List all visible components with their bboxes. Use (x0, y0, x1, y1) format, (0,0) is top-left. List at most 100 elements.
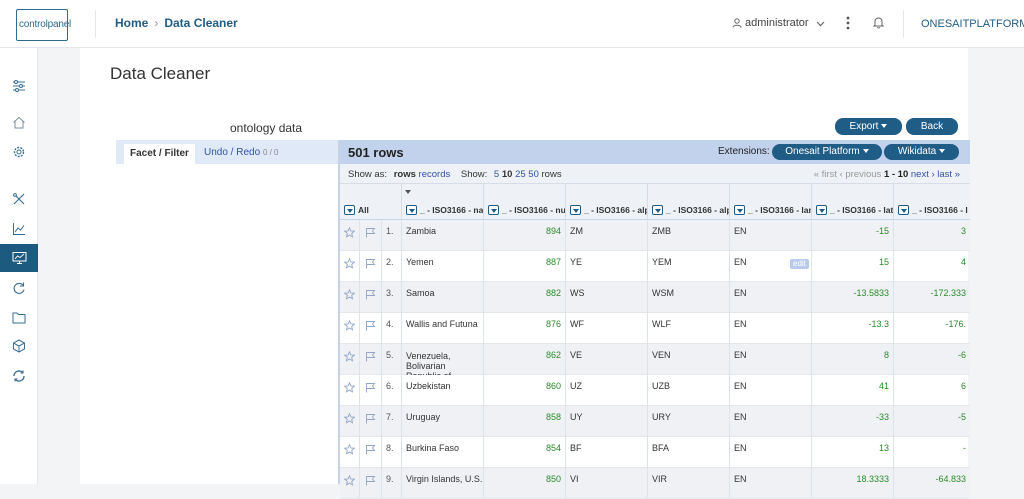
flag-cell[interactable] (360, 375, 382, 406)
cell-latitude[interactable]: 15 (812, 251, 894, 282)
cell-longitude[interactable]: 6 (894, 375, 970, 406)
cell-alpha2[interactable]: BF (566, 437, 648, 468)
column-all[interactable]: All (340, 184, 402, 220)
cell-numeric[interactable]: 858 (484, 406, 566, 437)
flag-icon[interactable] (365, 227, 376, 240)
cell-alpha2[interactable]: ZM (566, 220, 648, 251)
show-10[interactable]: 10 (502, 169, 513, 180)
star-icon[interactable] (343, 288, 356, 302)
cell-name[interactable]: Uruguay (402, 406, 484, 437)
column-menu-icon[interactable] (652, 205, 663, 215)
cell-name[interactable]: Burkina Faso (402, 437, 484, 468)
cell-language[interactable]: EN (730, 375, 812, 406)
cell-numeric[interactable]: 882 (484, 282, 566, 313)
sidebar-item-refresh[interactable] (0, 274, 38, 302)
cell-alpha3[interactable]: BFA (648, 437, 730, 468)
flag-cell[interactable] (360, 406, 382, 437)
cell-alpha2[interactable]: WS (566, 282, 648, 313)
more-vertical-icon[interactable] (845, 15, 851, 31)
cell-longitude[interactable]: 3 (894, 220, 970, 251)
table-row[interactable]: 4. Wallis and Futuna 876 WF WLF EN -13.3 -176. (340, 313, 970, 344)
star-cell[interactable] (340, 406, 360, 437)
sidebar-item-home[interactable] (0, 108, 38, 136)
pager-first[interactable]: « first (814, 169, 837, 180)
cell-alpha3[interactable]: WLF (648, 313, 730, 344)
cell-latitude[interactable]: -33 (812, 406, 894, 437)
star-icon[interactable] (343, 226, 356, 240)
flag-icon[interactable] (365, 289, 376, 302)
cell-alpha3[interactable]: URY (648, 406, 730, 437)
cell-alpha2[interactable]: WF (566, 313, 648, 344)
wikidata-button[interactable]: Wikidata (884, 144, 959, 160)
flag-cell[interactable] (360, 437, 382, 468)
user-menu[interactable]: administrator (732, 17, 828, 29)
sidebar-item-analytics[interactable] (0, 215, 38, 243)
show-as-records[interactable]: records (419, 169, 451, 180)
cell-numeric[interactable]: 862 (484, 344, 566, 375)
column-name[interactable]: _ - ISO3166 - nar (402, 184, 484, 220)
column-alpha2[interactable]: _ - ISO3166 - alp (566, 184, 648, 220)
cell-latitude[interactable]: -15 (812, 220, 894, 251)
cell-alpha2[interactable]: VE (566, 344, 648, 375)
cell-alpha3[interactable]: UZB (648, 375, 730, 406)
star-icon[interactable] (343, 412, 356, 426)
star-icon[interactable] (343, 474, 356, 488)
export-button[interactable]: Export (835, 118, 902, 135)
cell-language[interactable]: EN (730, 344, 812, 375)
tab-undo-redo[interactable]: Undo / Redo 0 / 0 (204, 147, 279, 158)
cell-name[interactable]: Zambia (402, 220, 484, 251)
cell-name[interactable]: Samoa (402, 282, 484, 313)
cell-longitude[interactable]: -5 (894, 406, 970, 437)
star-cell[interactable] (340, 282, 360, 313)
table-row[interactable]: 1. Zambia 894 ZM ZMB EN -15 3 (340, 220, 970, 251)
sidebar-item-data-cleaner[interactable] (0, 244, 38, 272)
platform-brand[interactable]: ONESAITPLATFORM (921, 18, 1024, 30)
cell-name[interactable]: Yemen (402, 251, 484, 282)
star-cell[interactable] (340, 437, 360, 468)
cell-alpha3[interactable]: VEN (648, 344, 730, 375)
column-menu-icon[interactable] (816, 205, 827, 215)
column-menu-icon[interactable] (570, 205, 581, 215)
star-cell[interactable] (340, 220, 360, 251)
cell-longitude[interactable]: -176. (894, 313, 970, 344)
column-alpha3[interactable]: _ - ISO3166 - alp (648, 184, 730, 220)
table-row[interactable]: 3. Samoa 882 WS WSM EN -13.5833 -172.333 (340, 282, 970, 313)
cell-latitude[interactable]: -13.5833 (812, 282, 894, 313)
star-icon[interactable] (343, 257, 356, 271)
flag-icon[interactable] (365, 475, 376, 488)
column-menu-icon[interactable] (488, 205, 499, 215)
cell-longitude[interactable]: -6 (894, 344, 970, 375)
star-cell[interactable] (340, 313, 360, 344)
sidebar-item-config[interactable] (0, 138, 38, 166)
cell-language[interactable]: EN (730, 437, 812, 468)
flag-icon[interactable] (365, 413, 376, 426)
star-cell[interactable] (340, 375, 360, 406)
cell-numeric[interactable]: 876 (484, 313, 566, 344)
flag-cell[interactable] (360, 251, 382, 282)
bell-icon[interactable] (873, 16, 884, 29)
pager-last[interactable]: last » (937, 169, 960, 180)
cell-longitude[interactable]: - (894, 437, 970, 468)
tab-facet-filter[interactable]: Facet / Filter (124, 144, 195, 164)
column-latitude[interactable]: _ - ISO3166 - lati (812, 184, 894, 220)
flag-icon[interactable] (365, 258, 376, 271)
cell-alpha3[interactable]: ZMB (648, 220, 730, 251)
column-menu-icon[interactable] (344, 205, 355, 215)
edit-cell-button[interactable]: edit (790, 259, 809, 269)
cell-language[interactable]: EN (730, 282, 812, 313)
flag-cell[interactable] (360, 313, 382, 344)
show-as-rows[interactable]: rows (394, 169, 416, 180)
cell-alpha3[interactable]: WSM (648, 282, 730, 313)
table-row[interactable]: 6. Uzbekistan 860 UZ UZB EN 41 6 (340, 375, 970, 406)
flag-cell[interactable] (360, 282, 382, 313)
back-button[interactable]: Back (906, 118, 958, 135)
cell-numeric[interactable]: 860 (484, 375, 566, 406)
sidebar-item-sync[interactable] (0, 362, 38, 390)
cell-name[interactable]: Wallis and Futuna (402, 313, 484, 344)
table-row[interactable]: 2. Yemen 887 YE YEM EN 15 4 edit (340, 251, 970, 282)
column-numeric[interactable]: _ - ISO3166 - nur (484, 184, 566, 220)
cell-longitude[interactable]: -172.333 (894, 282, 970, 313)
flag-icon[interactable] (365, 444, 376, 457)
cell-alpha3[interactable]: YEM (648, 251, 730, 282)
sidebar-item-files[interactable] (0, 303, 38, 331)
